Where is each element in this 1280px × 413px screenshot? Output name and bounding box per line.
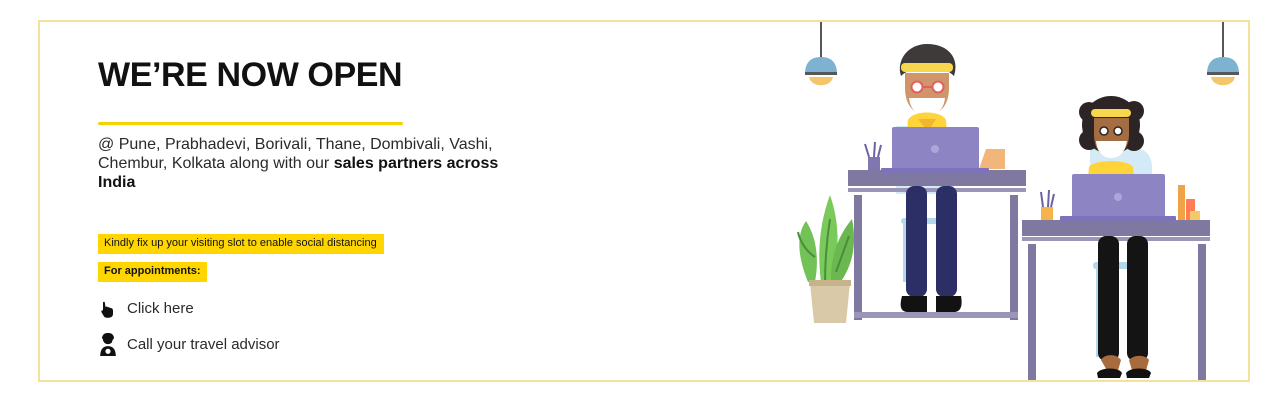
office-illustration [778,22,1248,380]
pendant-lamp-right-icon [1207,22,1239,86]
headline-underline [98,122,403,125]
click-here-label: Click here [127,300,194,317]
social-distancing-notice: Kindly fix up your visiting slot to enab… [98,234,384,254]
open-announcement-banner: WE’RE NOW OPEN @ Pune, Prabhadevi, Boriv… [38,20,1250,382]
right-worker-legs [1097,236,1151,378]
plant-icon [797,195,855,323]
hand-pointer-icon [98,298,118,320]
appointments-label: For appointments: [98,262,207,282]
call-travel-advisor-link[interactable]: Call your travel advisor [98,333,280,356]
pendant-lamp-left-icon [805,22,837,86]
page-title: WE’RE NOW OPEN [98,56,403,94]
laptop-icon-right [1060,174,1176,222]
laptop-icon-left [881,127,989,174]
advisor-label: Call your travel advisor [127,336,280,353]
locations-text: @ Pune, Prabhadevi, Borivali, Thane, Dom… [98,135,518,192]
left-worker-legs [900,186,962,312]
click-here-link[interactable]: Click here [98,298,194,320]
advisor-phone-icon [98,333,118,356]
